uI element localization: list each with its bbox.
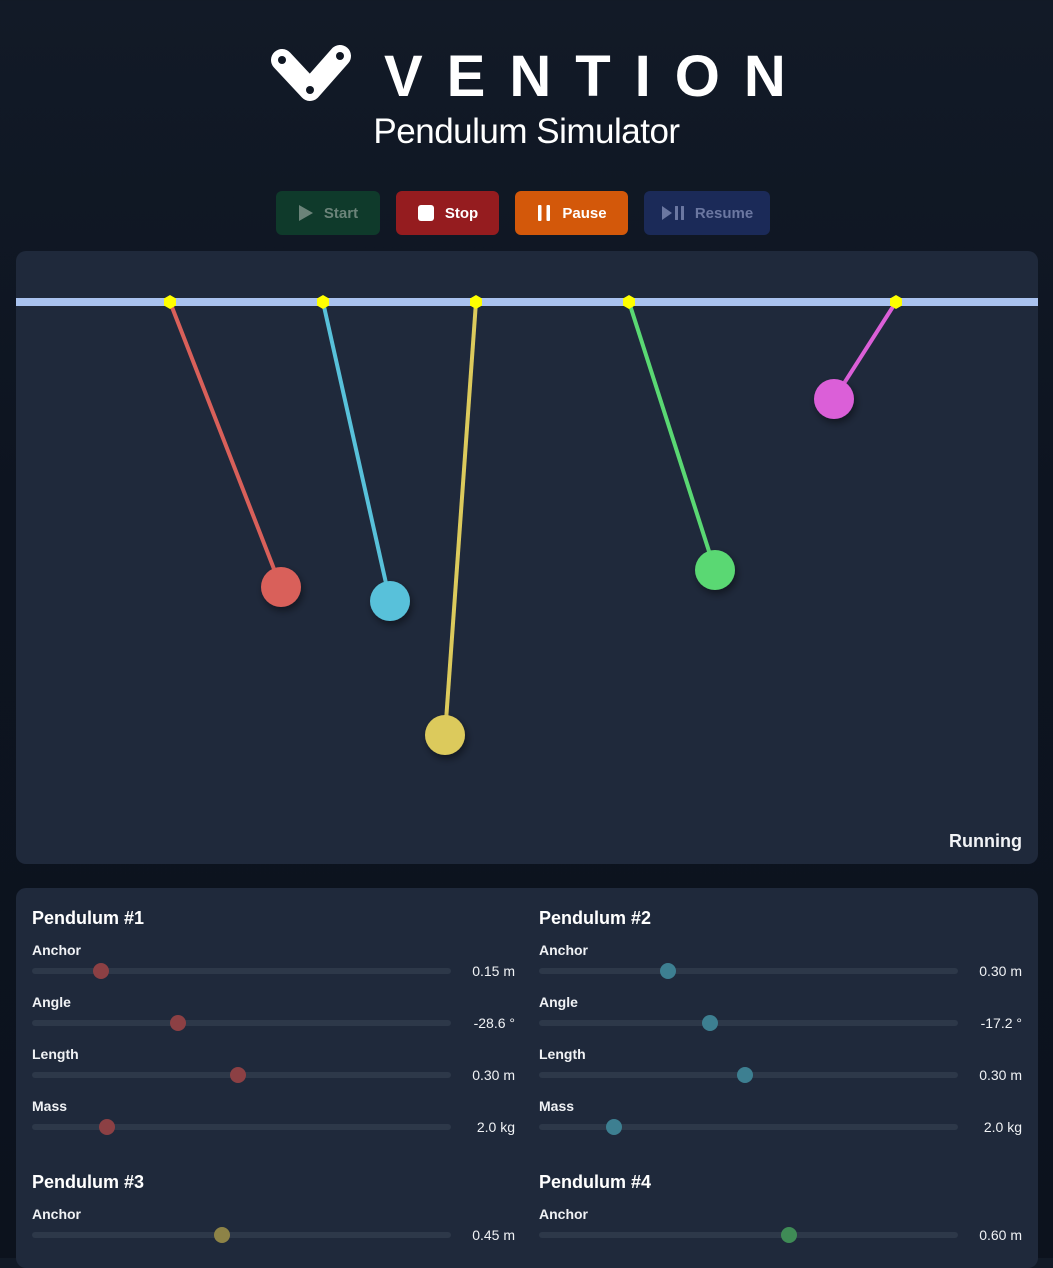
slider-thumb[interactable] xyxy=(660,963,676,979)
param-label: Mass xyxy=(539,1098,575,1114)
pendulum-settings-title: Pendulum #2 xyxy=(539,908,652,928)
pendulum-2-bob[interactable] xyxy=(370,581,410,621)
slider-thumb[interactable] xyxy=(702,1015,718,1031)
pause-button[interactable]: Pause xyxy=(515,191,628,235)
pause-icon xyxy=(538,205,551,221)
length-slider-row: Length 0.30 m xyxy=(32,1046,515,1098)
pendulum-1-bob[interactable] xyxy=(261,567,301,607)
simulation-status: Running xyxy=(949,831,1022,851)
param-label: Angle xyxy=(32,994,71,1010)
pendulum-3-bob[interactable] xyxy=(425,715,465,755)
slider-track[interactable] xyxy=(539,968,958,974)
slider-thumb[interactable] xyxy=(99,1119,115,1135)
param-value: -17.2 ° xyxy=(980,1015,1022,1031)
anchor-slider-row: Anchor 0.45 m xyxy=(32,1206,515,1258)
param-value: 0.60 m xyxy=(979,1227,1022,1243)
pendulum-4-rod xyxy=(627,301,717,571)
param-label: Anchor xyxy=(539,942,588,958)
start-button-label: Start xyxy=(323,204,359,222)
mass-slider-row: Mass 2.0 kg xyxy=(32,1098,515,1150)
slider-thumb[interactable] xyxy=(781,1227,797,1243)
pendulum-3-anchor-icon[interactable] xyxy=(470,295,482,309)
param-label: Anchor xyxy=(539,1206,588,1222)
pendulum-settings-title: Pendulum #3 xyxy=(32,1172,145,1192)
slider-thumb[interactable] xyxy=(737,1067,753,1083)
slider-thumb[interactable] xyxy=(230,1067,246,1083)
angle-slider-row: Angle -17.2 ° xyxy=(539,994,1022,1046)
length-slider-row: Length 0.30 m xyxy=(539,1046,1022,1098)
pendulum-2-anchor-icon[interactable] xyxy=(317,295,329,309)
pendulum-scene xyxy=(16,295,1038,755)
param-label: Anchor xyxy=(32,1206,81,1222)
angle-slider-row: Angle -28.6 ° xyxy=(32,994,515,1046)
slider-track[interactable] xyxy=(32,1124,451,1130)
param-label: Length xyxy=(32,1046,79,1062)
pendulum-1-rod xyxy=(168,301,283,588)
param-value: 0.15 m xyxy=(472,963,515,979)
pendulum-3-rod xyxy=(443,301,478,736)
pause-button-label: Pause xyxy=(562,204,607,222)
slider-track[interactable] xyxy=(32,1232,451,1238)
stop-button-label: Stop xyxy=(444,204,479,222)
pendulum-settings-title: Pendulum #1 xyxy=(32,908,145,928)
stop-button[interactable]: Stop xyxy=(396,191,499,235)
slider-track[interactable] xyxy=(539,1020,958,1026)
param-value: 2.0 kg xyxy=(476,1119,515,1135)
simulation-canvas[interactable]: Running xyxy=(16,251,1038,864)
param-label: Mass xyxy=(32,1098,68,1114)
anchor-slider-row: Anchor 0.30 m xyxy=(539,942,1022,994)
stop-icon xyxy=(417,205,434,221)
slider-thumb[interactable] xyxy=(606,1119,622,1135)
param-value: 0.30 m xyxy=(472,1067,515,1083)
slider-thumb[interactable] xyxy=(214,1227,230,1243)
pendulum-5-bob[interactable] xyxy=(814,379,854,419)
resume-button[interactable]: Resume xyxy=(644,191,770,235)
play-icon xyxy=(298,205,313,221)
control-bar: Start Stop Pause Resume xyxy=(0,191,1053,235)
param-value: 2.0 kg xyxy=(983,1119,1022,1135)
slider-thumb[interactable] xyxy=(170,1015,186,1031)
anchor-slider-row: Anchor 0.60 m xyxy=(539,1206,1022,1258)
param-label: Angle xyxy=(539,994,578,1010)
slider-track[interactable] xyxy=(32,1020,451,1026)
page-title: Pendulum Simulator xyxy=(373,112,680,151)
mass-slider-row: Mass 2.0 kg xyxy=(539,1098,1022,1150)
param-label: Length xyxy=(539,1046,586,1062)
anchor-slider-row: Anchor 0.15 m xyxy=(32,942,515,994)
param-label: Anchor xyxy=(32,942,81,958)
start-button[interactable]: Start xyxy=(276,191,380,235)
pendulum-2-rod xyxy=(321,301,392,602)
pendulum-settings-title: Pendulum #4 xyxy=(539,1172,652,1192)
pendulum-1-anchor-icon[interactable] xyxy=(164,295,176,309)
resume-button-label: Resume xyxy=(694,204,754,222)
pendulum-4-anchor-icon[interactable] xyxy=(623,295,635,309)
play-pause-icon xyxy=(661,206,684,220)
settings-panel: Pendulum #1 Anchor 0.15 m Angle -28.6 ° … xyxy=(16,888,1038,1268)
param-value: 0.30 m xyxy=(979,1067,1022,1083)
param-value: -28.6 ° xyxy=(473,1015,515,1031)
param-value: 0.45 m xyxy=(472,1227,515,1243)
pendulum-4-bob[interactable] xyxy=(695,550,735,590)
header: VENTION Pendulum Simulator xyxy=(0,0,1053,160)
slider-track[interactable] xyxy=(539,1124,958,1130)
slider-track[interactable] xyxy=(539,1232,958,1238)
vention-logo-icon xyxy=(271,45,351,101)
param-value: 0.30 m xyxy=(979,963,1022,979)
slider-thumb[interactable] xyxy=(93,963,109,979)
brand-wordmark: VENTION xyxy=(384,44,810,109)
